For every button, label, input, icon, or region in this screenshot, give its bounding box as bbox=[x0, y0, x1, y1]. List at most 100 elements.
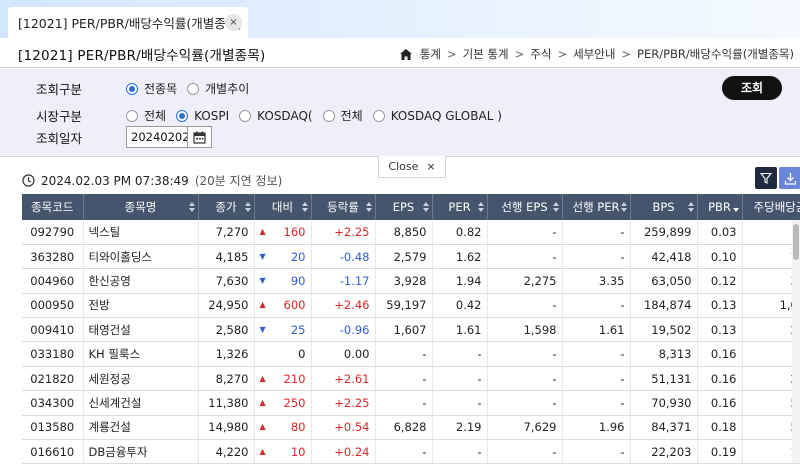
radio-all-stocks[interactable]: 전종목 bbox=[126, 80, 177, 97]
breadcrumb-item-current: PER/PBR/배당수익률(개별종목) bbox=[637, 47, 794, 61]
up-arrow-icon: ▲ bbox=[259, 300, 266, 310]
radio-market-all[interactable]: 전체 bbox=[126, 107, 166, 124]
sort-icon bbox=[422, 202, 429, 212]
cell-bps: 259,899 bbox=[630, 220, 698, 245]
table-row[interactable]: 004960 한신공영 7,630 ▼ 90 -1.17 3,928 1.94 2,275 3.3… bbox=[22, 268, 800, 294]
scrollbar-thumb[interactable] bbox=[793, 224, 799, 260]
cell-close: 2,580 bbox=[198, 317, 255, 343]
cell-name: 티와이홀딩스 bbox=[83, 244, 199, 270]
col-header-forward-per[interactable]: 선행 PER bbox=[562, 194, 631, 220]
cell-eps: - bbox=[375, 390, 433, 416]
cell-bps: 70,930 bbox=[630, 390, 698, 416]
home-icon[interactable] bbox=[399, 48, 412, 60]
download-icon bbox=[784, 172, 796, 185]
filter-button[interactable] bbox=[755, 167, 777, 189]
cell-code: 016610 bbox=[22, 439, 84, 464]
breadcrumb-item[interactable]: 세부안내 bbox=[573, 46, 615, 62]
col-header-forward-eps[interactable]: 선행 EPS bbox=[487, 194, 563, 220]
col-header-code[interactable]: 종목코드 bbox=[22, 194, 84, 220]
cell-per: 0.82 bbox=[432, 220, 488, 245]
cell-code: 009410 bbox=[22, 317, 84, 343]
table-row[interactable]: 034300 신세계건설 11,380 ▲ 250 +2.25- - - -70,930 0.16… bbox=[22, 390, 800, 416]
cell-change: ▼ 90 bbox=[254, 268, 312, 294]
col-header-bps[interactable]: BPS bbox=[630, 194, 698, 220]
cell-per: 0.42 bbox=[432, 293, 488, 319]
sort-icon bbox=[552, 202, 559, 212]
radio-kospi[interactable]: KOSPI bbox=[176, 109, 229, 123]
download-button[interactable] bbox=[779, 167, 800, 189]
table-row[interactable]: 009410 태영건설 2,580 ▼ 25 -0.96 1,607 1.61 1,598 1.6… bbox=[22, 317, 800, 343]
market-type-label: 시장구분 bbox=[36, 109, 83, 124]
radio-kosdaq-global[interactable]: KOSDAQ GLOBAL ) bbox=[372, 109, 502, 123]
up-arrow-icon: ▲ bbox=[259, 397, 266, 407]
cell-bps: 184,874 bbox=[630, 293, 698, 319]
radio-kosdaq-all[interactable]: 전체 bbox=[322, 107, 363, 124]
delay-note: (20분 지연 정보) bbox=[194, 174, 283, 188]
table-row[interactable]: 021820세원정공8,270▲210+2.61----51,1310.1620… bbox=[22, 366, 800, 392]
col-header-eps[interactable]: EPS bbox=[375, 194, 433, 220]
cell-name: 전방 bbox=[83, 293, 199, 319]
breadcrumb-separator: > bbox=[447, 47, 457, 61]
breadcrumb-item[interactable]: 주식 bbox=[530, 46, 551, 62]
cell-pbr: 0.16 bbox=[697, 341, 743, 367]
cell-change: ▲ 600 bbox=[254, 293, 312, 319]
cell-code: 033180 bbox=[22, 341, 84, 367]
cell-close: 7,270 bbox=[198, 220, 255, 245]
sort-icon bbox=[301, 202, 308, 212]
cell-rate: +0.54 bbox=[311, 415, 376, 441]
col-header-rate[interactable]: 등락률 bbox=[311, 194, 376, 220]
table-row[interactable]: 363280 티와이홀딩스 4,185 ▼ 20 -0.48 2,579 1.62- -42,4… bbox=[22, 244, 800, 270]
table-row[interactable]: 092790 넥스틸 7,270 ▲ 160 +2.25 8,850 0.82- -259,89… bbox=[22, 220, 800, 245]
vertical-scrollbar[interactable] bbox=[792, 220, 800, 463]
cell-rate: -0.96 bbox=[311, 317, 376, 343]
market-type-row: 시장구분 전체 KOSPI KOSDAQ( 전체 KOSDAQ GLOBAL ) bbox=[36, 106, 512, 125]
calendar-icon bbox=[193, 131, 206, 144]
cell-forward-per: - bbox=[562, 341, 631, 367]
radio-off-icon bbox=[372, 109, 385, 122]
table-row[interactable]: 000950 전방 24,950 ▲ 600 +2.46 59,197 0.42- -184,8… bbox=[22, 293, 800, 319]
calendar-button[interactable] bbox=[188, 126, 212, 148]
radio-individual-trend[interactable]: 개별추이 bbox=[187, 80, 249, 97]
table-row[interactable]: 033180KH 필룩스1,32600.00----8,3130.160 bbox=[22, 341, 800, 367]
cell-pbr: 0.18 bbox=[697, 415, 743, 441]
cell-forward-per: 1.61 bbox=[562, 317, 631, 343]
page-title: [12021] PER/PBR/배당수익률(개별종목) bbox=[18, 48, 266, 64]
cell-forward-eps: - bbox=[487, 366, 563, 392]
radio-kosdaq[interactable]: KOSDAQ( bbox=[239, 109, 313, 123]
cell-name: DB금융투자 bbox=[83, 439, 199, 464]
cell-forward-per: 3.35 bbox=[562, 268, 631, 294]
close-panel-button[interactable]: Close × bbox=[378, 156, 446, 178]
radio-off-icon bbox=[322, 109, 335, 122]
tab-active[interactable]: [12021] PER/PBR/배당수익률(개별종목) × bbox=[8, 7, 248, 38]
cell-code: 000950 bbox=[22, 293, 84, 319]
col-header-pbr[interactable]: PBR bbox=[697, 194, 743, 220]
radio-on-icon bbox=[176, 109, 189, 122]
down-arrow-icon: ▼ bbox=[259, 251, 266, 261]
search-button[interactable]: 조회 bbox=[722, 76, 782, 100]
cell-eps: - bbox=[375, 341, 433, 367]
col-header-dividend[interactable]: 주당배당금 bbox=[742, 194, 800, 220]
date-input[interactable] bbox=[126, 126, 188, 148]
cell-close: 11,380 bbox=[198, 390, 255, 416]
cell-name: 태영건설 bbox=[83, 317, 199, 343]
col-header-name[interactable]: 종목명 bbox=[83, 194, 199, 220]
cell-pbr: 0.13 bbox=[697, 293, 743, 319]
col-header-per[interactable]: PER bbox=[432, 194, 488, 220]
breadcrumb-item[interactable]: 통계 bbox=[420, 46, 441, 62]
up-arrow-icon: ▲ bbox=[259, 446, 266, 456]
table-row[interactable]: 016610DB금융투자4,220▲10+0.24----22,2030.191… bbox=[22, 439, 800, 464]
cell-close: 4,185 bbox=[198, 244, 255, 270]
date-row: 조회일자 bbox=[36, 126, 212, 148]
table-row[interactable]: 013580 계룡건설 14,980 ▲ 80 +0.54 6,828 2.19 7,629 1.… bbox=[22, 415, 800, 441]
cell-bps: 8,313 bbox=[630, 341, 698, 367]
col-header-change[interactable]: 대비 bbox=[254, 194, 312, 220]
col-header-close[interactable]: 종가 bbox=[198, 194, 255, 220]
cell-pbr: 0.16 bbox=[697, 366, 743, 392]
query-type-label: 조회구분 bbox=[36, 82, 83, 97]
cell-eps: 1,607 bbox=[375, 317, 433, 343]
close-icon: × bbox=[426, 160, 436, 173]
breadcrumb-item[interactable]: 기본 통계 bbox=[463, 46, 509, 62]
tab-close-icon[interactable]: × bbox=[225, 14, 242, 31]
cell-bps: 42,418 bbox=[630, 244, 698, 270]
cell-rate: +2.25 bbox=[311, 220, 376, 245]
